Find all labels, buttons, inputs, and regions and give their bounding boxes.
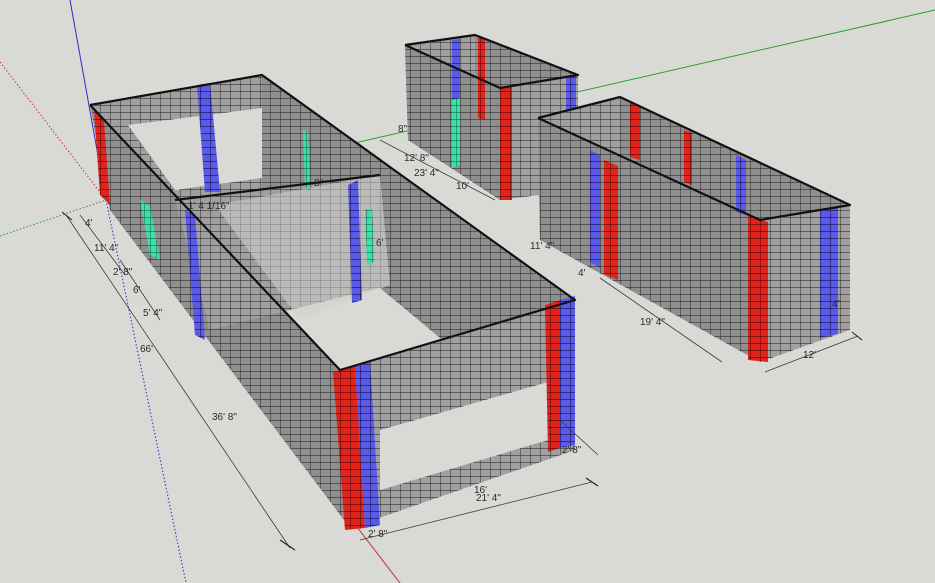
dim-label: 4' <box>578 268 586 279</box>
dim-label: 4' <box>85 218 93 229</box>
dim-label: 5' 4" <box>143 308 163 319</box>
dim-label: 2' 8" <box>562 445 582 456</box>
column-blue <box>560 296 575 448</box>
dim-label: 4" <box>832 299 842 310</box>
dim-label: 66' <box>140 344 153 355</box>
dim-label: 19' 4" <box>640 317 665 328</box>
column-red <box>684 130 692 185</box>
column-red <box>748 216 768 362</box>
dim-label: 2' 8" <box>113 267 133 278</box>
dim-label: 11' 4" <box>530 241 555 252</box>
red-axis-dotted <box>0 61 107 201</box>
dim-label: 6' <box>133 285 141 296</box>
column-red <box>630 102 640 160</box>
column-blue <box>736 155 746 215</box>
column-blue <box>590 150 600 268</box>
dim-label: 12' 8" <box>404 153 429 164</box>
column-green <box>452 98 460 168</box>
dim-label: 2' 8" <box>368 529 388 540</box>
dim-label: 6' <box>376 238 384 249</box>
modeling-viewport[interactable]: 4' 11' 4" 2' 8" 6' 5' 4" 66' 36' 8" 1' 4… <box>0 0 935 583</box>
dim-label: 23' 4" <box>414 168 439 179</box>
column-blue <box>820 207 838 338</box>
column-red <box>500 86 512 200</box>
dim-label: 10' <box>456 181 469 192</box>
dim-label: 8" <box>398 124 408 135</box>
dim-label: 21' 4" <box>476 493 501 504</box>
building-3[interactable] <box>537 95 852 362</box>
dim-label: 12' <box>803 350 816 361</box>
dim-label: 8" <box>314 178 324 189</box>
dim-label: 11' 4" <box>94 243 119 254</box>
column-red <box>604 160 618 280</box>
dim-label: 1' 4 1/16" <box>188 201 230 212</box>
dim-label: 36' 8" <box>212 412 237 423</box>
